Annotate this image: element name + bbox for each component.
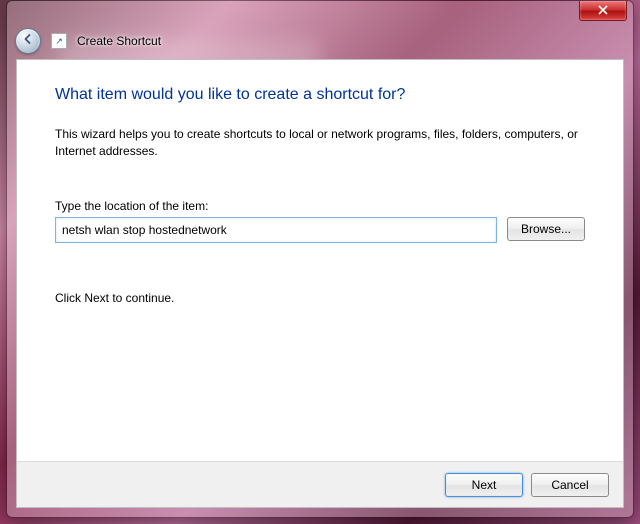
close-button[interactable] (579, 1, 627, 21)
close-icon (598, 2, 608, 20)
cancel-button[interactable]: Cancel (531, 473, 609, 497)
content-panel: What item would you like to create a sho… (16, 59, 624, 508)
window-title: Create Shortcut (77, 34, 161, 48)
location-field-row: Browse... (55, 217, 585, 243)
wizard-description: This wizard helps you to create shortcut… (55, 126, 585, 161)
shortcut-wizard-icon: ↗ (51, 33, 67, 49)
back-button[interactable] (15, 28, 41, 54)
wizard-window: ↗ Create Shortcut What item would you li… (6, 0, 634, 518)
location-input[interactable] (55, 217, 497, 243)
browse-button[interactable]: Browse... (507, 217, 585, 241)
wizard-heading: What item would you like to create a sho… (55, 86, 585, 104)
back-arrow-icon (22, 32, 34, 50)
next-button[interactable]: Next (445, 473, 523, 497)
titlebar (7, 1, 633, 23)
wizard-body: What item would you like to create a sho… (17, 60, 623, 461)
navigation-bar: ↗ Create Shortcut (7, 23, 633, 59)
location-field-label: Type the location of the item: (55, 199, 585, 213)
continue-hint: Click Next to continue. (55, 291, 585, 305)
wizard-footer: Next Cancel (17, 461, 623, 507)
